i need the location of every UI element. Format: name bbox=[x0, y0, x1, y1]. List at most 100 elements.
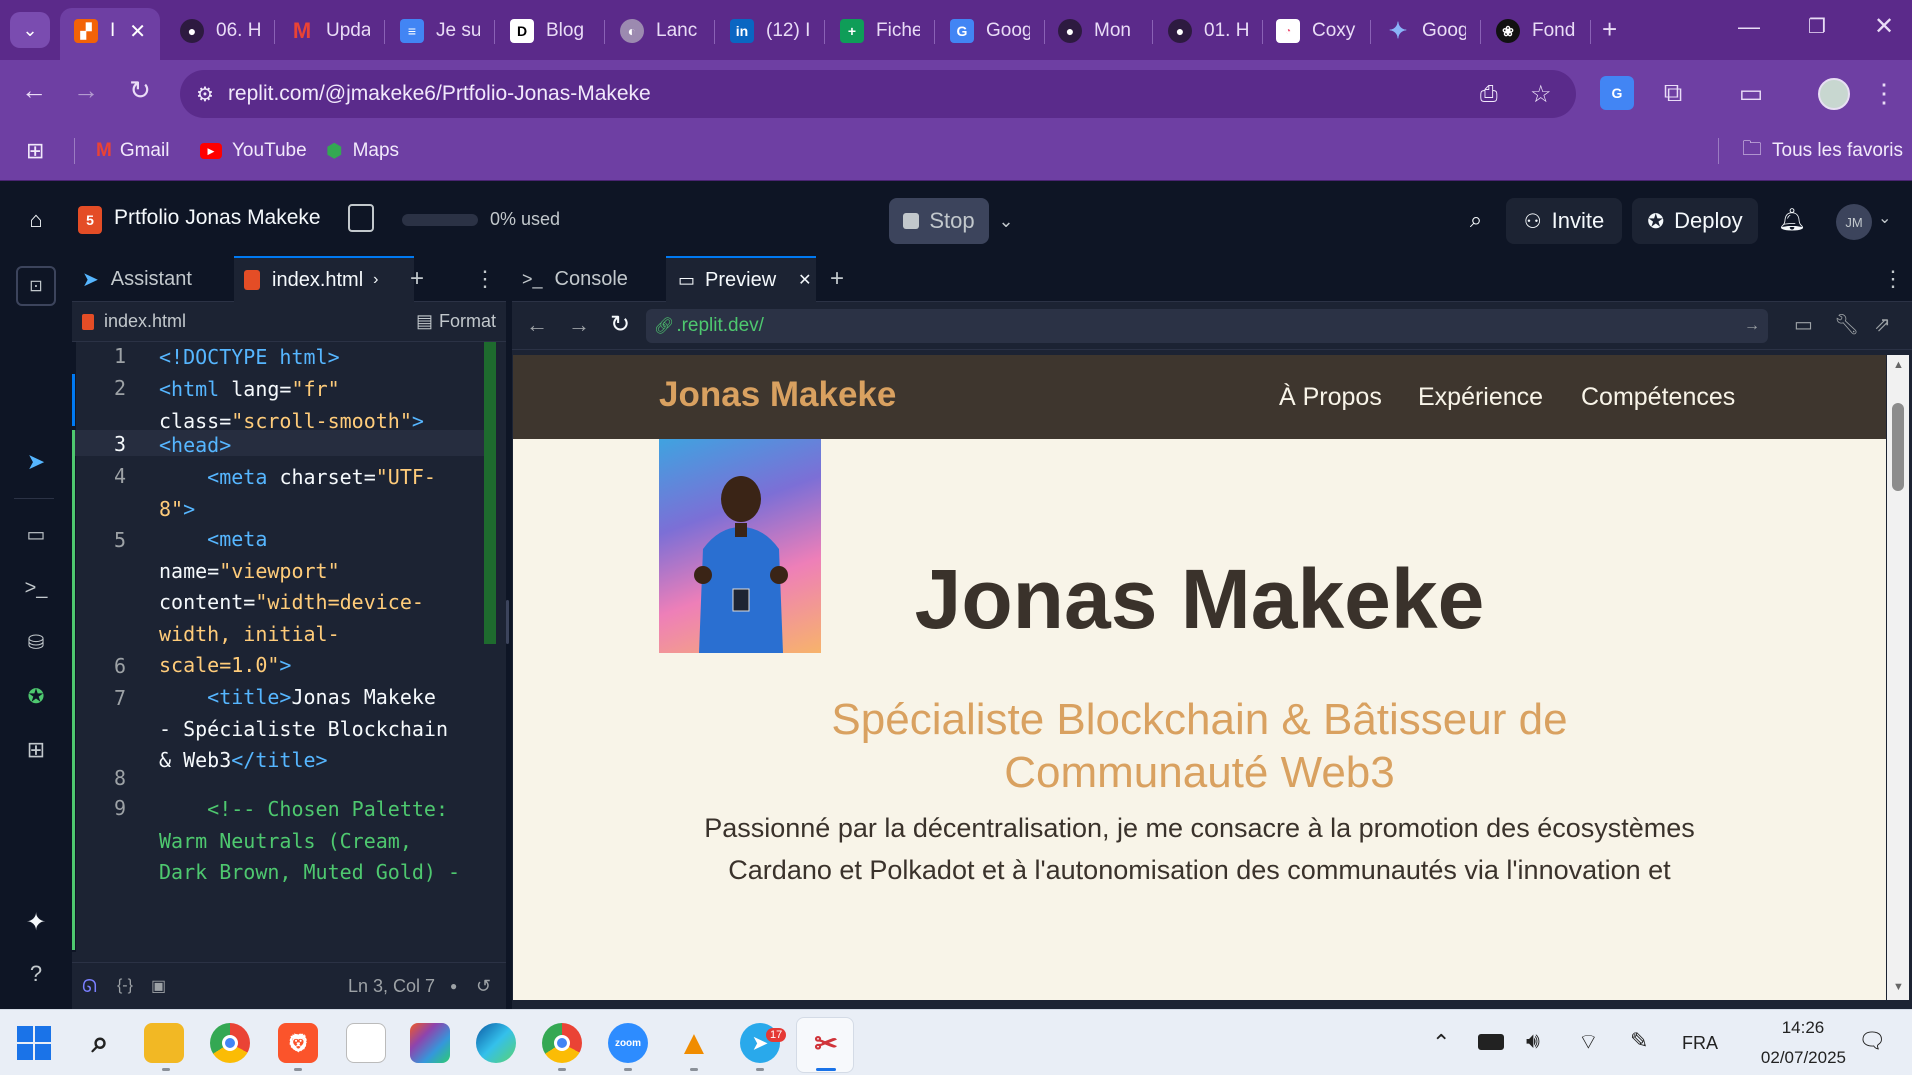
translate-extension-icon[interactable]: G bbox=[1600, 76, 1634, 110]
new-tab-button[interactable]: + bbox=[1602, 14, 1617, 45]
agent-icon[interactable]: ➤ bbox=[20, 446, 52, 478]
snipping-tool-icon[interactable]: ✂ bbox=[806, 1023, 846, 1063]
tasks-app-icon[interactable] bbox=[410, 1023, 450, 1063]
new-tab-button[interactable]: + bbox=[410, 256, 440, 302]
wifi-icon[interactable]: ⌔ bbox=[1578, 1028, 1599, 1056]
tab-preview[interactable]: ▭ Preview ✕ bbox=[666, 256, 816, 302]
invite-button[interactable]: ⚇ Invite bbox=[1506, 198, 1622, 244]
clock-time[interactable]: 14:26 bbox=[1760, 1018, 1846, 1038]
reading-list-icon[interactable]: ▭ bbox=[1734, 76, 1768, 110]
files-icon[interactable]: ⊡ bbox=[16, 266, 56, 306]
battery-icon[interactable] bbox=[1478, 1034, 1504, 1050]
project-title[interactable]: Prtfolio Jonas Makeke bbox=[114, 206, 321, 230]
console-tool-icon[interactable]: >_ bbox=[20, 572, 52, 604]
tab-item[interactable]: ▞ I ✕ bbox=[74, 10, 150, 52]
tab-console[interactable]: >_ Console bbox=[522, 256, 672, 302]
nav-link-experience[interactable]: Expérience bbox=[1418, 383, 1543, 412]
code-scrollbar[interactable] bbox=[484, 342, 496, 644]
reload-button[interactable]: ↻ bbox=[122, 72, 158, 108]
tab-item[interactable]: G Goog bbox=[950, 10, 1030, 52]
tab-item[interactable]: D Blog bbox=[510, 10, 590, 52]
tab-item[interactable]: ● Mon bbox=[1058, 10, 1138, 52]
profile-avatar[interactable] bbox=[1818, 78, 1850, 110]
tab-item[interactable]: ◐ Lanc bbox=[620, 10, 700, 52]
forward-button[interactable]: → bbox=[568, 312, 590, 338]
chrome-icon[interactable] bbox=[210, 1023, 250, 1063]
code-editor[interactable]: 1 2 3 4 5 6 7 8 9 <!DOCTYPE html> <html … bbox=[72, 342, 506, 962]
tab-assistant[interactable]: ➤ Assistant bbox=[82, 256, 232, 302]
pen-icon[interactable]: ✎ bbox=[1630, 1028, 1648, 1054]
scroll-up-arrow[interactable]: ▲ bbox=[1893, 359, 1904, 371]
site-info-icon[interactable]: ⚙ bbox=[196, 82, 214, 107]
close-icon[interactable]: ✕ bbox=[129, 19, 146, 44]
search-button[interactable]: ⌕ bbox=[1458, 202, 1494, 238]
stop-button[interactable]: Stop bbox=[889, 198, 989, 244]
tab-item[interactable]: M Upda bbox=[290, 10, 370, 52]
tab-item[interactable]: ✦ Goog bbox=[1386, 10, 1466, 52]
tab-options-icon[interactable]: ⋮ bbox=[474, 256, 496, 302]
notifications-button[interactable]: 🔔︎ bbox=[1774, 202, 1810, 238]
chrome-profile-icon[interactable] bbox=[542, 1023, 582, 1063]
show-hidden-icons[interactable]: ⌃ bbox=[1432, 1030, 1450, 1056]
deploy-button[interactable]: ✪ Deploy bbox=[1632, 198, 1758, 244]
home-button[interactable]: ⌂ bbox=[18, 202, 54, 238]
tab-item[interactable]: ≡ Je su bbox=[400, 10, 480, 52]
restore-button[interactable]: ❐ bbox=[1808, 14, 1826, 39]
zoom-icon[interactable]: zoom bbox=[608, 1023, 648, 1063]
preview-tool-icon[interactable]: ▭ bbox=[20, 518, 52, 550]
address-bar[interactable]: ⚙ replit.com/@jmakeke6/Prtfolio-Jonas-Ma… bbox=[180, 70, 1576, 118]
help-icon[interactable]: ? bbox=[20, 958, 52, 990]
install-app-icon[interactable]: ⎙ bbox=[1480, 81, 1498, 107]
tab-item[interactable]: ◔ Coxy bbox=[1276, 10, 1356, 52]
file-explorer-icon[interactable] bbox=[144, 1023, 184, 1063]
tab-item[interactable]: ● 06. H bbox=[180, 10, 260, 52]
menu-kebab-icon[interactable]: ⋮ bbox=[1871, 76, 1897, 110]
tab-search-button[interactable]: ⌄ bbox=[10, 12, 50, 48]
all-bookmarks[interactable]: 🗀 Tous les favoris bbox=[1742, 136, 1903, 166]
nav-link-about[interactable]: À Propos bbox=[1279, 383, 1382, 412]
tab-item[interactable]: in (12) I bbox=[730, 10, 810, 52]
agent-status-icon[interactable]: ᘏ bbox=[82, 976, 97, 997]
database-icon[interactable]: ⛁ bbox=[20, 626, 52, 658]
notifications-center-icon[interactable]: 🗨︎ bbox=[1858, 1028, 1886, 1054]
brave-icon[interactable]: 🦁︎ bbox=[278, 1023, 318, 1063]
preview-address-field[interactable]: 🔗︎ .replit.dev/ → bbox=[646, 309, 1768, 343]
bookmark-youtube[interactable]: ▶ YouTube bbox=[200, 136, 307, 166]
new-tab-button[interactable]: + bbox=[830, 256, 860, 302]
cursor-position[interactable]: Ln 3, Col 7 bbox=[348, 976, 435, 997]
apps-grid-icon[interactable]: ⊞ bbox=[26, 136, 44, 166]
bookmark-star-icon[interactable]: ☆ bbox=[1530, 80, 1552, 109]
sparkle-icon[interactable]: ✦ bbox=[20, 906, 52, 938]
scroll-down-arrow[interactable]: ▼ bbox=[1893, 981, 1904, 993]
extensions-icon[interactable]: ⧉ bbox=[1656, 76, 1690, 110]
site-brand[interactable]: Jonas Makeke bbox=[659, 375, 896, 415]
device-toggle-icon[interactable]: ▭ bbox=[1794, 312, 1813, 337]
search-icon[interactable]: ⌕ bbox=[80, 1023, 120, 1063]
rendered-website[interactable]: Jonas Makeke À Propos Expérience Compéte… bbox=[513, 355, 1886, 1000]
reload-button[interactable]: ↻ bbox=[610, 310, 630, 339]
tab-index-html[interactable]: index.html › bbox=[234, 256, 414, 302]
file-info-icon[interactable]: ▣ bbox=[151, 976, 166, 996]
address-text[interactable]: replit.com/@jmakeke6/Prtfolio-Jonas-Make… bbox=[228, 82, 651, 106]
vlc-icon[interactable]: ▲ bbox=[674, 1023, 714, 1063]
close-icon[interactable]: ✕ bbox=[798, 270, 811, 290]
file-icon[interactable] bbox=[346, 1023, 386, 1063]
history-icon[interactable]: ↺ bbox=[476, 976, 491, 997]
edge-icon[interactable] bbox=[476, 1023, 516, 1063]
pane-resize-handle[interactable] bbox=[506, 600, 509, 644]
language-indicator[interactable]: FRA bbox=[1682, 1033, 1718, 1054]
tab-item[interactable]: ❀ Fond bbox=[1496, 10, 1576, 52]
forward-button[interactable]: → bbox=[68, 72, 104, 108]
nav-link-skills[interactable]: Compétences bbox=[1581, 383, 1735, 412]
windows-start-icon[interactable] bbox=[14, 1023, 54, 1063]
all-tools-icon[interactable]: ⊞ bbox=[20, 734, 52, 766]
chevron-down-icon[interactable]: ⌄ bbox=[1878, 208, 1891, 228]
run-options-button[interactable]: ⌄ bbox=[992, 202, 1020, 240]
minimize-button[interactable]: — bbox=[1738, 14, 1760, 40]
braces-icon[interactable]: {-} bbox=[117, 977, 133, 995]
open-external-icon[interactable]: ⇗ bbox=[1874, 312, 1891, 337]
deploy-tool-icon[interactable]: ✪ bbox=[20, 680, 52, 712]
pane-options-icon[interactable]: ⋮ bbox=[1882, 256, 1904, 302]
user-avatar[interactable]: JM bbox=[1836, 204, 1872, 240]
devtools-icon[interactable]: 🔧︎ bbox=[1834, 312, 1859, 337]
